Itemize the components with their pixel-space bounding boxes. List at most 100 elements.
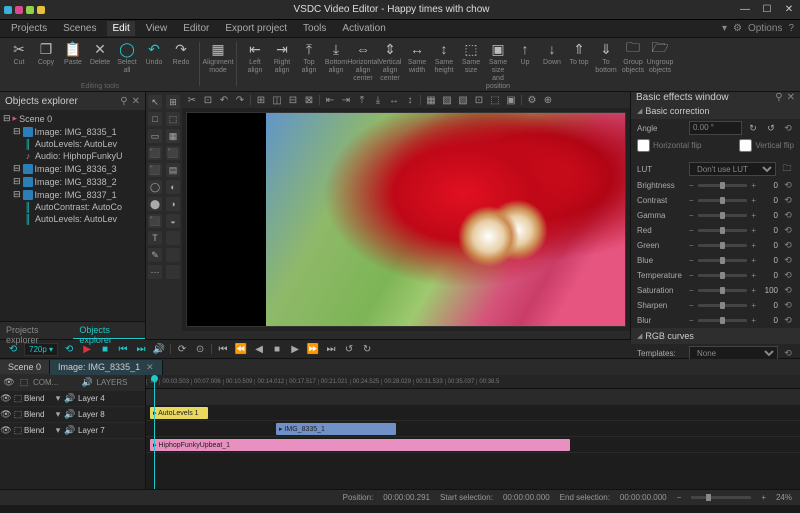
tool-7[interactable]: ◒	[166, 214, 180, 228]
templates-reset[interactable]: ⟲	[782, 348, 794, 359]
down-button[interactable]: ↓Down	[539, 40, 565, 91]
tool-4[interactable]: ⬛	[148, 163, 162, 177]
minimize-button[interactable]: —	[738, 3, 752, 17]
track-header[interactable]: 👁⬚Blend▾🔊Layer 8	[0, 407, 145, 423]
options-link[interactable]: Options	[748, 23, 782, 34]
zoom-in-icon[interactable]: +	[761, 493, 766, 502]
playhead[interactable]	[154, 375, 155, 489]
track-header[interactable]: 👁⬚Blend▾🔊Layer 4	[0, 391, 145, 407]
saturation-reset[interactable]: ⟲	[782, 285, 794, 296]
maximize-button[interactable]: ☐	[760, 3, 774, 17]
hflip-checkbox[interactable]: Horizontal flip	[637, 139, 701, 152]
edit-tool[interactable]: ⊟	[287, 94, 299, 106]
to-bottom-button[interactable]: ⇓To bottom	[593, 40, 619, 91]
playback-btn-8[interactable]: ⏮	[216, 342, 230, 356]
playback-btn-9[interactable]: ⏪	[234, 342, 248, 356]
resolution-select[interactable]: 720p ▾	[24, 343, 58, 356]
tool-4[interactable]: ▤	[166, 163, 180, 177]
red-reset[interactable]: ⟲	[782, 225, 794, 236]
brightness-reset[interactable]: ⟲	[782, 180, 794, 191]
brightness-slider[interactable]	[698, 184, 748, 187]
tool-5[interactable]: ◯	[148, 180, 162, 194]
edit-tool[interactable]: ↔	[388, 94, 400, 106]
section-basic[interactable]: Basic correction	[631, 103, 800, 119]
edit-tool[interactable]: ✂	[186, 94, 198, 106]
tool-7[interactable]: ⬛	[148, 214, 162, 228]
eye-icon[interactable]: 👁	[0, 393, 12, 404]
tool-6[interactable]: ◑	[166, 197, 180, 211]
sharpen-slider[interactable]	[698, 304, 748, 307]
temperature-slider[interactable]	[698, 274, 748, 277]
alignment-mode-button[interactable]: ▦Alignment mode	[205, 40, 231, 75]
tool-0[interactable]: ⊞	[166, 95, 180, 109]
edit-tool[interactable]: ▧	[457, 94, 469, 106]
edit-tool[interactable]: ⤓	[372, 94, 384, 106]
playback-btn-10[interactable]: ◀	[252, 342, 266, 356]
tool-2[interactable]: ▦	[166, 129, 180, 143]
edit-tool[interactable]: ⚙	[526, 94, 538, 106]
section-curves[interactable]: RGB curves	[631, 328, 800, 344]
menu-activation[interactable]: Activation	[337, 21, 390, 36]
blur-reset[interactable]: ⟲	[782, 315, 794, 326]
eye-icon[interactable]: 👁	[3, 377, 15, 388]
playback-btn-3[interactable]: ⏮	[116, 342, 130, 356]
panel-close-icon[interactable]: ✕	[787, 92, 795, 103]
tool-3[interactable]: ⬛	[166, 146, 180, 160]
menu-view[interactable]: View	[141, 21, 173, 36]
tree-item[interactable]: ⊟ Image: IMG_8336_3	[3, 162, 142, 175]
edit-tool[interactable]: ↶	[218, 94, 230, 106]
edit-tool[interactable]: ⊡	[473, 94, 485, 106]
playback-btn-7[interactable]: ⊙	[193, 342, 207, 356]
tool-0[interactable]: ↖	[148, 95, 162, 109]
playback-btn-4[interactable]: ⏭	[134, 342, 148, 356]
playback-btn-6[interactable]: ⟳	[175, 342, 189, 356]
sharpen-reset[interactable]: ⟲	[782, 300, 794, 311]
panel-pin-icon[interactable]: ⚲	[120, 96, 127, 107]
edit-tool[interactable]: ⤒	[356, 94, 368, 106]
tool-2[interactable]: ▭	[148, 129, 162, 143]
same-pos-button[interactable]: ▣Same size and position	[485, 40, 511, 91]
edit-tool[interactable]: ▣	[505, 94, 517, 106]
close-button[interactable]: ✕	[782, 3, 796, 17]
preview-scrollbar[interactable]	[182, 331, 630, 339]
timeline-ruler[interactable]: :0000:03.50300:07.00600:10.50900:14.0120…	[146, 375, 800, 389]
clip[interactable]: ▸ HiphopFunkyUpbeat_1	[150, 439, 570, 451]
timeline-tab[interactable]: Scene 0	[0, 360, 50, 374]
tree-item[interactable]: ║ AutoLevels: AutoLev	[3, 138, 142, 150]
right-align-button[interactable]: ⇥Right align	[269, 40, 295, 91]
angle-reset[interactable]: ⟲	[782, 123, 794, 134]
gamma-slider[interactable]	[698, 214, 748, 217]
playback-btn-2[interactable]: ■	[98, 342, 112, 356]
undo-button[interactable]: ↶Undo	[141, 40, 167, 75]
tree-item[interactable]: ♪ Audio: HiphopFunkyU	[3, 150, 142, 162]
rotate-ccw-icon[interactable]: ↺	[764, 121, 778, 135]
gamma-reset[interactable]: ⟲	[782, 210, 794, 221]
tool-5[interactable]: ◐	[166, 180, 180, 194]
tool-10[interactable]: ⋯	[148, 265, 162, 279]
red-slider[interactable]	[698, 229, 748, 232]
ungroup-button[interactable]: 🗁Ungroup objects	[647, 40, 673, 91]
tree-item[interactable]: ║ AutoLevels: AutoLev	[3, 213, 142, 225]
green-reset[interactable]: ⟲	[782, 240, 794, 251]
edit-tool[interactable]: ⊕	[542, 94, 554, 106]
select-all-button[interactable]: ◯Select all	[114, 40, 140, 75]
dropdown-icon[interactable]: ▾	[722, 23, 727, 34]
edit-tool[interactable]: ⇤	[324, 94, 336, 106]
edit-tool[interactable]: ⇥	[340, 94, 352, 106]
green-slider[interactable]	[698, 244, 748, 247]
menu-edit[interactable]: Edit	[107, 21, 134, 36]
redo-button[interactable]: ↷Redo	[168, 40, 194, 75]
menu-tools[interactable]: Tools	[298, 21, 331, 36]
saturation-slider[interactable]	[698, 289, 748, 292]
angle-input[interactable]: 0.00 °	[689, 121, 742, 135]
edit-tool[interactable]: ⬚	[489, 94, 501, 106]
explorer-tab[interactable]: Objects explorer	[73, 322, 145, 339]
playback-btn-13[interactable]: ⏩	[306, 342, 320, 356]
tool-8[interactable]: T	[148, 231, 162, 245]
menu-projects[interactable]: Projects	[6, 21, 52, 36]
tree-item[interactable]: ⊟ Image: IMG_8335_1	[3, 125, 142, 138]
preview-viewport[interactable]	[182, 108, 630, 331]
explorer-tab[interactable]: Projects explorer	[0, 322, 73, 339]
track-lane[interactable]: ▸ IMG_8335_1	[146, 421, 800, 437]
track-lane[interactable]: ▸ AutoLevels 1	[146, 405, 800, 421]
